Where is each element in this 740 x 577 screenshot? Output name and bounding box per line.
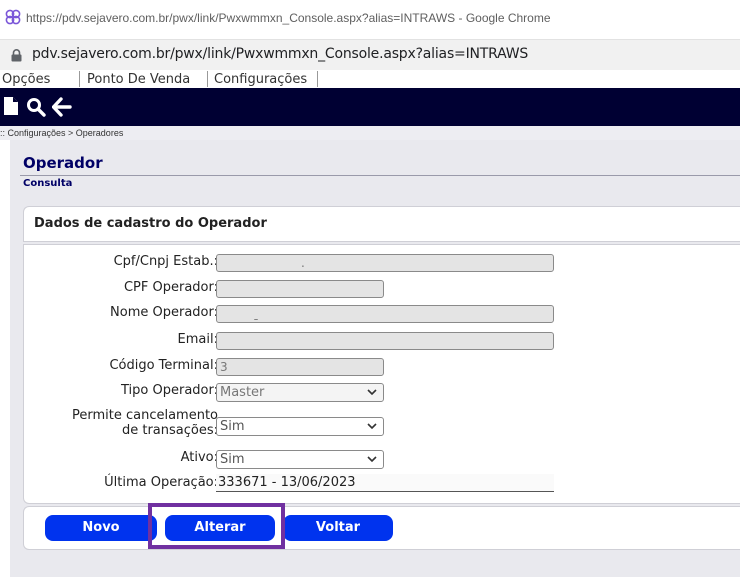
permite-cancelamento-select[interactable]: Sim (216, 417, 384, 436)
back-arrow-icon[interactable] (52, 97, 72, 117)
url-text[interactable]: pdv.sejavero.com.br/pwx/link/Pwxwmmxn_Co… (32, 46, 528, 62)
title-divider (20, 175, 740, 176)
button-bar: Novo Alterar Voltar (23, 506, 740, 550)
email-label: Email: (177, 332, 218, 347)
breadcrumb: :: Configurações > Operadores (0, 126, 740, 140)
page-title: Operador (23, 154, 103, 172)
voltar-button[interactable]: Voltar (283, 515, 393, 541)
cpf-cnpj-estab-field[interactable]: . (216, 254, 554, 272)
form-panel: Cpf/Cnpj Estab.: . CPF Operador: Nome Op… (23, 244, 740, 504)
menu-bar: Opções Ponto De Venda Configurações (0, 70, 740, 89)
novo-button[interactable]: Novo (45, 515, 157, 541)
ultima-operacao-value: 333671 - 13/06/2023 (216, 474, 554, 492)
cpf-cnpj-estab-value: . (301, 256, 305, 270)
ativo-value: Sim (220, 452, 245, 467)
new-document-icon[interactable] (3, 96, 19, 116)
ativo-label: Ativo: (180, 450, 218, 465)
ativo-select[interactable]: Sim (216, 450, 384, 469)
chevron-down-icon (367, 389, 377, 396)
menu-separator (317, 71, 318, 87)
toolbar (0, 88, 740, 126)
site-favicon-icon (5, 9, 21, 25)
cpf-operador-field[interactable] (216, 280, 384, 298)
nome-operador-field[interactable]: ˍ (216, 305, 554, 323)
chevron-down-icon (367, 423, 377, 430)
cpf-cnpj-estab-label: Cpf/Cnpj Estab.: (113, 254, 218, 269)
tipo-operador-value: Master (220, 385, 265, 400)
tipo-operador-select[interactable]: Master (216, 383, 384, 402)
section-title: Dados de cadastro do Operador (34, 216, 267, 231)
search-icon[interactable] (26, 97, 46, 117)
browser-titlebar: https://pdv.sejavero.com.br/pwx/link/Pwx… (0, 0, 740, 40)
lock-icon[interactable] (11, 49, 22, 62)
cpf-operador-label: CPF Operador: (123, 280, 218, 295)
nome-operador-label: Nome Operador: (110, 305, 218, 320)
permite-cancelamento-label: Permite cancelamento de transações: (72, 408, 218, 438)
chevron-down-icon (367, 456, 377, 463)
menu-item-configuracoes[interactable]: Configurações (214, 71, 307, 88)
menu-item-opcoes[interactable]: Opções (2, 71, 50, 88)
permite-cancelamento-label-line1: Permite cancelamento (71, 408, 218, 423)
window-title: https://pdv.sejavero.com.br/pwx/link/Pwx… (26, 11, 551, 25)
permite-cancelamento-label-line2: de transações: (121, 423, 218, 438)
alterar-highlight-box (148, 503, 285, 549)
menu-separator (79, 71, 80, 87)
tipo-operador-label: Tipo Operador: (121, 383, 218, 398)
menu-separator (207, 71, 208, 87)
ultima-operacao-label: Última Operação: (104, 475, 218, 490)
codigo-terminal-field[interactable]: 3 (216, 358, 384, 376)
codigo-terminal-label: Código Terminal: (109, 358, 218, 373)
nome-operador-value: ˍ (253, 307, 259, 321)
permite-cancelamento-value: Sim (220, 419, 245, 434)
address-bar[interactable]: pdv.sejavero.com.br/pwx/link/Pwxwmmxn_Co… (0, 40, 740, 70)
page-subtitle: Consulta (23, 178, 73, 189)
email-field[interactable] (216, 332, 554, 350)
menu-item-ponto-de-venda[interactable]: Ponto De Venda (87, 71, 190, 88)
main-content: Operador Consulta Dados de cadastro do O… (10, 140, 740, 577)
section-header: Dados de cadastro do Operador (23, 206, 740, 242)
